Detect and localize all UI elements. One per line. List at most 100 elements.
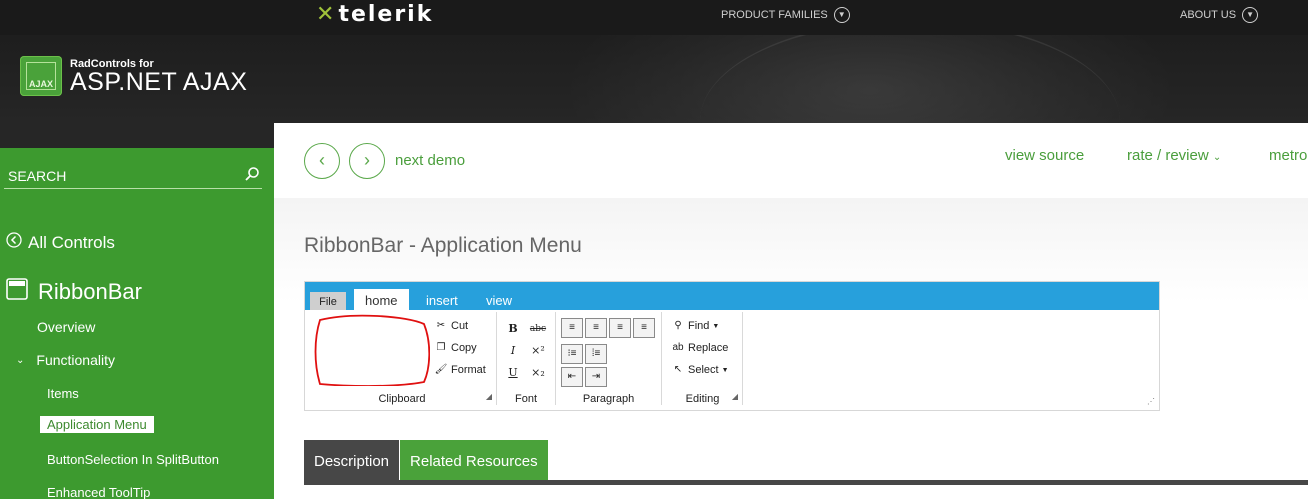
copy-icon: ❐: [436, 342, 446, 353]
sidebar-item-overview[interactable]: Overview: [37, 319, 95, 335]
cut-label: Cut: [451, 320, 469, 332]
align-center-icon[interactable]: ≡: [585, 318, 607, 338]
control-title: RibbonBar: [38, 279, 142, 304]
tab-description[interactable]: Description: [304, 440, 400, 480]
chevron-down-icon: ▼: [833, 7, 850, 23]
search-icon[interactable]: [244, 166, 260, 185]
resize-grip-icon[interactable]: ⋰: [1147, 397, 1155, 406]
ribbon-tab-view[interactable]: view: [486, 293, 512, 308]
tab-underline: [304, 480, 1308, 485]
paragraph-group: ≡ ≡ ≡ ≡ ⁝≡ ⁞≡ ⇤ ⇥ Paragraph: [556, 312, 662, 405]
replace-button[interactable]: ab Replace: [671, 341, 728, 355]
search-input[interactable]: SEARCH: [4, 162, 262, 189]
align-left-icon[interactable]: ≡: [561, 318, 583, 338]
next-demo-link[interactable]: next demo: [395, 152, 465, 169]
nav-about-us-label: ABOUT US: [1180, 9, 1237, 21]
scissors-icon: ✂: [436, 320, 446, 331]
paragraph-group-label: Paragraph: [582, 393, 635, 405]
product-branding[interactable]: AJAX RadControls for ASP.NET AJAX: [20, 56, 247, 96]
sidebar-item-enhanced-tooltip[interactable]: Enhanced ToolTip: [47, 485, 150, 500]
editing-group-label: Editing: [685, 393, 720, 405]
nav-product-families[interactable]: PRODUCT FAMILIES ▼: [721, 7, 850, 23]
ribbonbar: File home insert view ✂ Cut ❐ Copy 🖌 For…: [304, 281, 1160, 411]
dropdown-arrow-icon: ▼: [712, 322, 720, 330]
nav-product-families-label: PRODUCT FAMILIES: [721, 9, 828, 21]
subscript-icon[interactable]: ×₂: [528, 364, 548, 382]
back-arrow-icon: [6, 232, 22, 253]
sidebar-item-items[interactable]: Items: [47, 386, 79, 401]
font-group: B abc I ×² U ×₂ Font: [497, 312, 556, 405]
previous-demo-button[interactable]: ‹: [304, 143, 340, 179]
site-header: ✕telerik PRODUCT FAMILIES ▼ ABOUT US ▼ A…: [0, 0, 1308, 123]
sidebar-top: [0, 123, 274, 148]
font-group-label: Font: [514, 393, 537, 405]
chevron-down-icon: ⌄: [16, 354, 25, 366]
main-content: RibbonBar - Application Menu File home i…: [274, 198, 1308, 499]
cut-button[interactable]: ✂ Cut: [434, 319, 468, 333]
clipboard-group: ✂ Cut ❐ Copy 🖌 Format Clipboard ◢: [308, 312, 497, 405]
sidebar-item-buttonselection[interactable]: ButtonSelection In SplitButton: [47, 452, 219, 467]
sidebar-item-functionality[interactable]: ⌄ Functionality: [16, 352, 115, 368]
ribbon-tab-insert[interactable]: insert: [426, 293, 458, 308]
editing-group: ⚲ Find ▼ ab Replace ↖ Select ▼ Editing ◢: [663, 312, 743, 405]
align-right-icon[interactable]: ≡: [609, 318, 631, 338]
format-painter-icon: 🖌: [434, 364, 448, 375]
numbered-list-icon[interactable]: ⁞≡: [585, 344, 607, 364]
select-label: Select: [688, 364, 719, 376]
ribbon-body: ✂ Cut ❐ Copy 🖌 Format Clipboard ◢ B abc …: [305, 310, 1159, 410]
dropdown-arrow-icon: ▼: [721, 366, 729, 374]
product-title: RadControls for ASP.NET AJAX: [70, 58, 248, 96]
select-button[interactable]: ↖ Select ▼: [671, 363, 729, 377]
product-title-big: ASP.NET AJAX: [70, 68, 248, 96]
find-label: Find: [688, 320, 710, 332]
chevron-left-icon: ‹: [319, 150, 325, 170]
next-demo-arrow-button[interactable]: ›: [349, 143, 385, 179]
format-label: Format: [451, 364, 486, 376]
replace-icon: ab: [672, 342, 684, 353]
product-icon-text: AJAX: [26, 62, 56, 90]
rate-review-link[interactable]: rate / review ⌄: [1127, 147, 1221, 164]
justify-icon[interactable]: ≡: [633, 318, 655, 338]
view-source-link[interactable]: view source: [1005, 147, 1084, 164]
indent-icon[interactable]: ⇥: [585, 367, 607, 387]
italic-icon[interactable]: I: [503, 342, 523, 360]
dialog-launcher-icon[interactable]: ◢: [732, 392, 738, 401]
find-button[interactable]: ⚲ Find ▼: [671, 319, 719, 333]
page-title: RibbonBar - Application Menu: [304, 234, 582, 257]
top-nav-strip: [0, 0, 1308, 35]
outdent-icon[interactable]: ⇤: [561, 367, 583, 387]
nav-about-us[interactable]: ABOUT US ▼: [1180, 7, 1259, 23]
replace-label: Replace: [688, 342, 729, 354]
red-annotation-scribble: [314, 314, 430, 386]
sidebar: SEARCH All Controls RibbonBar Overview ⌄…: [0, 123, 274, 500]
logo-mark-icon: ✕: [316, 2, 337, 27]
logo-text: telerik: [338, 2, 434, 27]
skin-selector-link[interactable]: metro: [1269, 147, 1307, 164]
all-controls-link[interactable]: All Controls: [6, 232, 115, 253]
all-controls-label: All Controls: [28, 232, 115, 252]
copy-button[interactable]: ❐ Copy: [434, 341, 477, 355]
cursor-icon: ↖: [673, 364, 683, 375]
control-ribbonbar[interactable]: RibbonBar: [6, 278, 142, 306]
sidebar-item-application-menu[interactable]: Application Menu: [40, 416, 154, 433]
search-placeholder: SEARCH: [8, 168, 67, 184]
chevron-down-icon: ▼: [1242, 7, 1259, 23]
info-tabs: Description Related Resources: [304, 440, 548, 480]
ribbonbar-icon: [6, 278, 28, 306]
telerik-logo[interactable]: ✕telerik: [316, 2, 433, 27]
ribbon-tab-home[interactable]: home: [354, 289, 409, 310]
strikethrough-icon[interactable]: abc: [528, 320, 548, 338]
underline-icon[interactable]: U: [503, 364, 523, 382]
superscript-icon[interactable]: ×²: [528, 342, 548, 360]
bullet-list-icon[interactable]: ⁝≡: [561, 344, 583, 364]
ribbon-file-tab[interactable]: File: [310, 292, 346, 310]
tab-related-resources[interactable]: Related Resources: [400, 440, 548, 480]
ribbon-tab-strip: File home insert view: [305, 282, 1159, 310]
bold-icon[interactable]: B: [503, 320, 523, 338]
format-button[interactable]: 🖌 Format: [434, 363, 486, 377]
dialog-launcher-icon[interactable]: ◢: [486, 392, 492, 401]
binoculars-icon: ⚲: [674, 320, 682, 331]
demo-toolbar: ‹ › next demo view source rate / review …: [274, 123, 1308, 199]
chevron-right-icon: ›: [364, 150, 370, 170]
clipboard-group-label: Clipboard: [378, 393, 426, 405]
